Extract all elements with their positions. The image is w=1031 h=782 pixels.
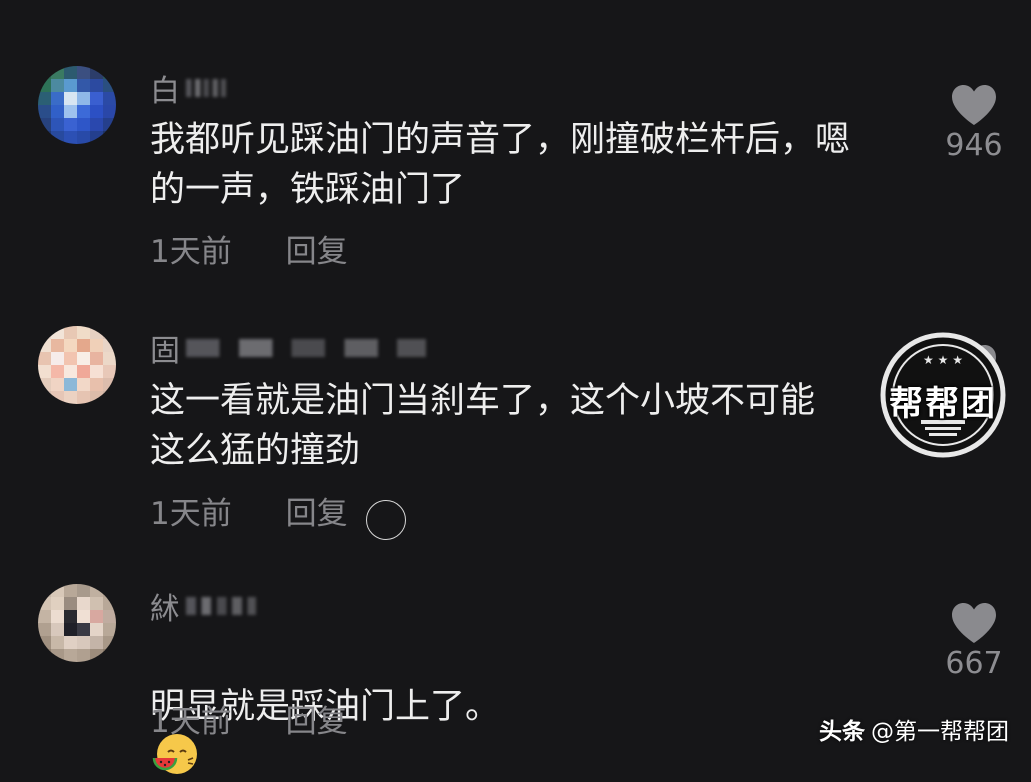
username-text: 白 — [150, 74, 180, 109]
watermark-handle: @第一帮帮团 — [871, 719, 1009, 745]
timestamp: 1天前 — [150, 704, 232, 740]
comment-meta: 1天前 回复 — [150, 696, 348, 741]
reply-button[interactable]: 回复 — [286, 496, 348, 532]
comment-meta: 1天前 回复 — [150, 226, 348, 271]
timestamp: 1天前 — [150, 496, 232, 532]
reply-button[interactable]: 回复 — [286, 234, 348, 270]
watermark-brand: 头条 — [819, 719, 865, 745]
watermark-text: 头条 @第一帮帮团 — [819, 712, 1009, 746]
username[interactable]: 絉 — [150, 584, 256, 628]
avatar[interactable] — [38, 326, 116, 404]
username-blur — [186, 339, 426, 357]
username-blur — [186, 597, 256, 615]
touch-indicator — [366, 500, 406, 540]
username-text: 固 — [150, 334, 180, 369]
like-count: 946 — [945, 128, 1003, 163]
svg-text:★ ★ ★: ★ ★ ★ — [923, 353, 963, 367]
username[interactable]: 白 — [150, 66, 226, 110]
like-button[interactable]: 667 — [934, 602, 1014, 681]
avatar[interactable] — [38, 584, 116, 662]
watermark-seal: ★ ★ ★ 帮帮团 — [873, 330, 1013, 460]
like-button[interactable]: 946 — [934, 84, 1014, 163]
timestamp: 1天前 — [150, 234, 232, 270]
comment-text: 这一看就是油门当刹车了，这个小坡不可能 这么猛的撞劲 — [150, 381, 816, 471]
comment-meta: 1天前 回复 — [150, 488, 348, 533]
reply-button[interactable]: 回复 — [286, 704, 348, 740]
heart-icon — [952, 603, 996, 643]
username-text: 絉 — [150, 592, 180, 627]
username-blur — [186, 79, 226, 97]
like-count: 667 — [945, 646, 1003, 681]
comment-text: 我都听见踩油门的声音了，刚撞破栏杆后，嗯 的一声，铁踩油门了 — [150, 120, 851, 210]
avatar[interactable] — [38, 66, 116, 144]
seal-text: 帮帮团 — [889, 384, 997, 424]
heart-icon — [952, 85, 996, 125]
username[interactable]: 固 — [150, 326, 426, 370]
